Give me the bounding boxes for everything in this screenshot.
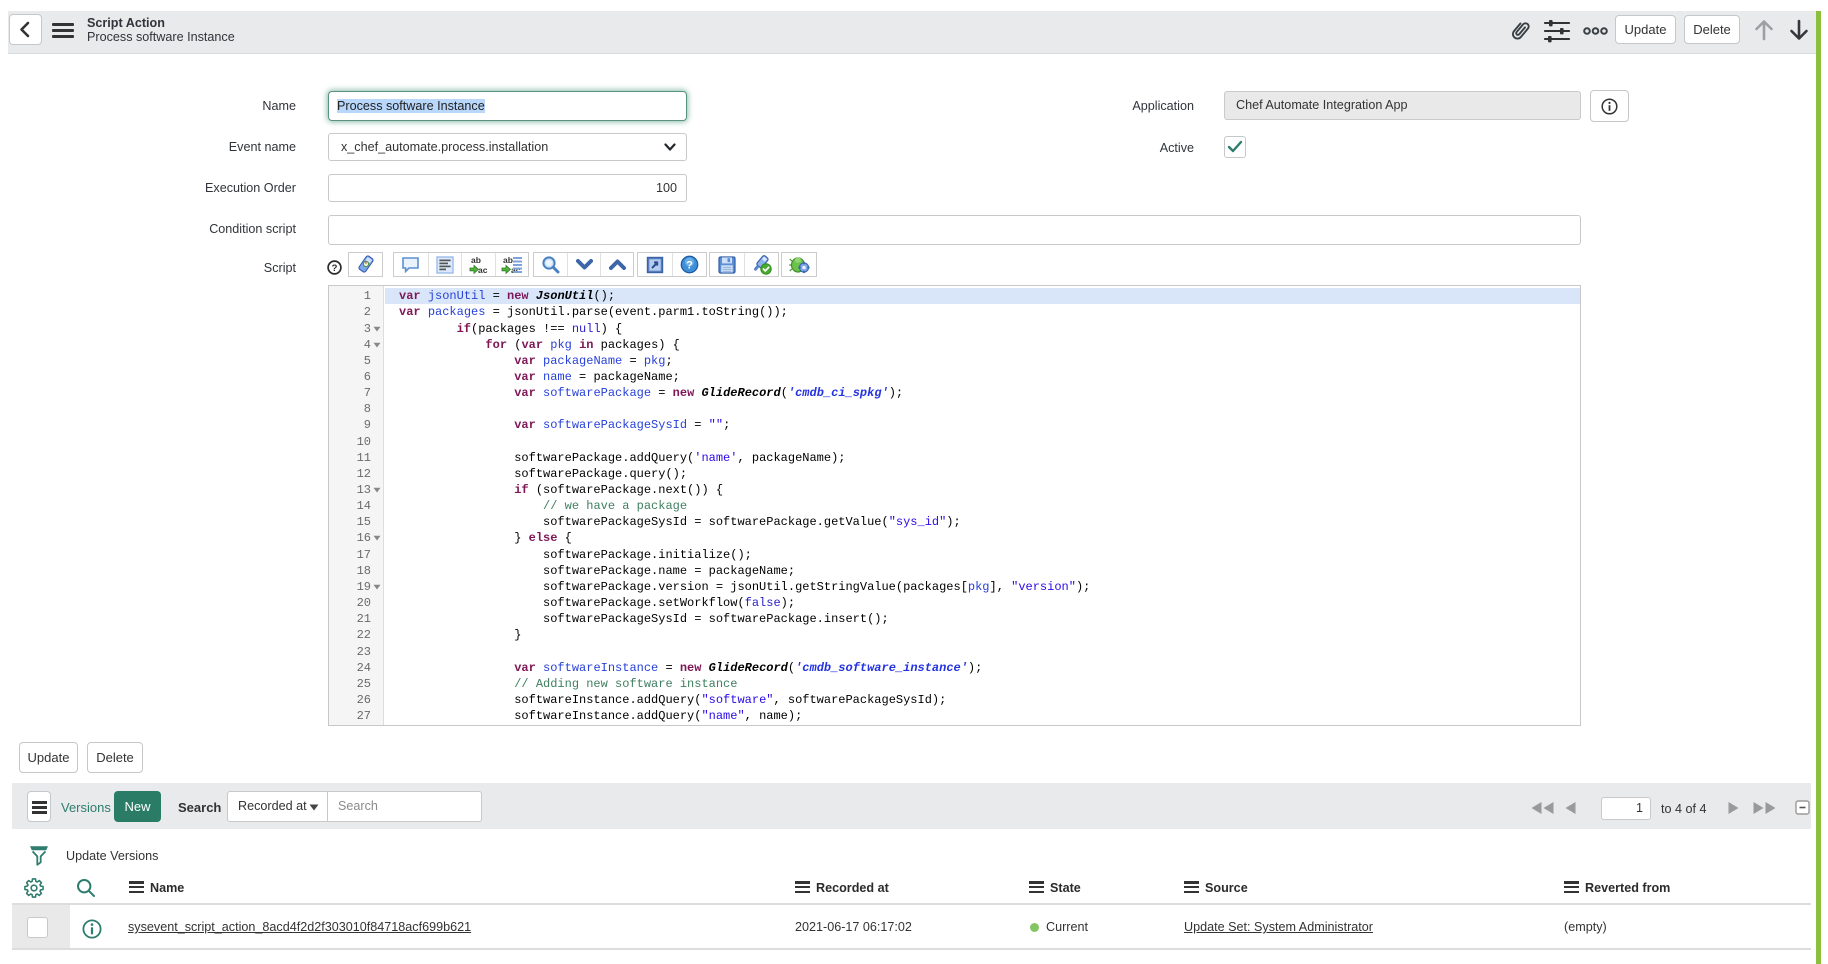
svg-text:?: ? [686, 260, 693, 272]
svg-text:?: ? [332, 263, 338, 274]
svg-text:ab: ab [471, 255, 481, 265]
svg-text:ac: ac [511, 265, 521, 275]
svg-text:ac: ac [478, 265, 488, 275]
svg-text:ab: ab [503, 255, 513, 265]
